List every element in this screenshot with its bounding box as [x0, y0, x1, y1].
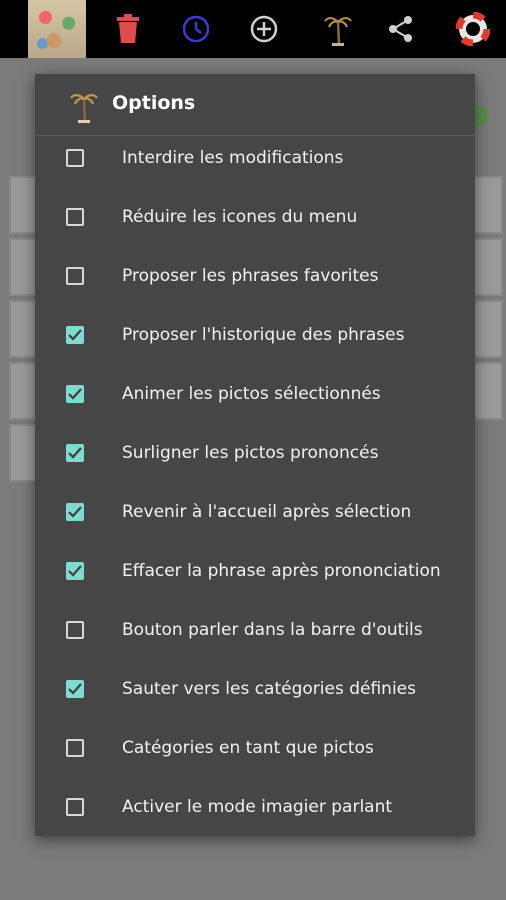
option-label: Catégories en tant que pictos [122, 738, 374, 758]
checkbox[interactable] [66, 149, 84, 167]
palm-tree-icon[interactable] [320, 11, 356, 47]
background-picto [473, 300, 503, 358]
option-row[interactable]: Activer le mode imagier parlant [35, 785, 475, 844]
option-row[interactable]: Interdire les modifications [35, 136, 475, 195]
option-label: Proposer les phrases favorites [122, 266, 379, 286]
checkbox[interactable] [66, 621, 84, 639]
option-label: Activer le mode imagier parlant [122, 797, 393, 817]
options-dialog: Options Interdire les modifications Rédu… [35, 74, 475, 836]
option-row[interactable]: Effacer la phrase après prononciation [35, 549, 475, 608]
option-label: Bouton parler dans la barre d'outils [122, 620, 423, 640]
checkmark-icon [68, 447, 82, 459]
checkbox-checked[interactable] [66, 562, 84, 580]
checkmark-icon [68, 388, 82, 400]
option-row[interactable]: Réduire les icones du menu [35, 195, 475, 254]
option-label: Animer les pictos sélectionnés [122, 384, 381, 404]
share-icon[interactable] [383, 11, 419, 47]
history-icon[interactable] [178, 11, 214, 47]
background-picto [473, 176, 503, 234]
option-row[interactable]: Bouton parler dans la barre d'outils [35, 608, 475, 667]
checkmark-icon [68, 565, 82, 577]
add-icon[interactable] [246, 11, 282, 47]
option-label: Interdire les modifications [122, 148, 344, 168]
trash-icon[interactable] [110, 11, 146, 47]
checkbox[interactable] [66, 208, 84, 226]
option-label: Surligner les pictos prononcés [122, 443, 379, 463]
background-speak-button [475, 106, 489, 126]
dialog-header: Options [35, 74, 475, 136]
option-row[interactable]: Proposer l'historique des phrases [35, 313, 475, 372]
option-row[interactable]: Animer les pictos sélectionnés [35, 372, 475, 431]
checkbox[interactable] [66, 739, 84, 757]
checkbox-checked[interactable] [66, 444, 84, 462]
checkbox-checked[interactable] [66, 503, 84, 521]
option-label: Effacer la phrase après prononciation [122, 561, 441, 581]
background-picto [473, 238, 503, 296]
option-row[interactable]: Surligner les pictos prononcés [35, 431, 475, 490]
checkbox[interactable] [66, 267, 84, 285]
checkmark-icon [68, 506, 82, 518]
checkbox-checked[interactable] [66, 326, 84, 344]
help-lifebuoy-icon[interactable] [455, 11, 491, 47]
option-label: Réduire les icones du menu [122, 207, 358, 227]
checkmark-icon [68, 329, 82, 341]
picture-thumbnail[interactable] [28, 0, 86, 58]
option-label: Proposer l'historique des phrases [122, 325, 405, 345]
checkbox-checked[interactable] [66, 385, 84, 403]
checkbox-checked[interactable] [66, 680, 84, 698]
background-picto [473, 362, 503, 420]
checkmark-icon [68, 683, 82, 695]
option-label: Revenir à l'accueil après sélection [122, 502, 412, 522]
option-row[interactable]: Revenir à l'accueil après sélection [35, 490, 475, 549]
option-row[interactable]: Proposer les phrases favorites [35, 254, 475, 313]
option-row[interactable]: Sauter vers les catégories définies [35, 667, 475, 726]
palm-tree-icon [69, 90, 99, 124]
checkbox[interactable] [66, 798, 84, 816]
option-label: Sauter vers les catégories définies [122, 679, 416, 699]
dialog-title: Options [112, 92, 196, 114]
option-row[interactable]: Catégories en tant que pictos [35, 726, 475, 785]
